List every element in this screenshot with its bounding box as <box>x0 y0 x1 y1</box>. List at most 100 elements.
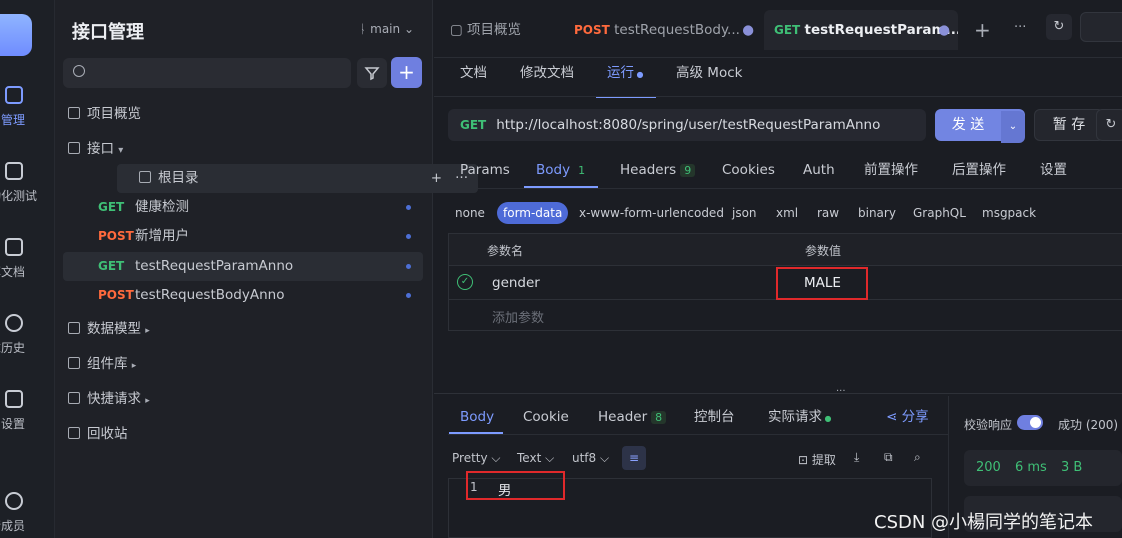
encoding-selector[interactable]: utf8 ⌵ <box>572 451 609 466</box>
nav-components[interactable]: 组件库 ▸ <box>63 350 423 379</box>
add-button[interactable]: + <box>391 57 422 88</box>
pretty-selector[interactable]: Pretty ⌵ <box>452 451 501 466</box>
table-row: ✓ gender MALE <box>449 266 1122 300</box>
environment-selector[interactable] <box>1080 12 1122 42</box>
tab-auth[interactable]: Auth <box>803 152 835 188</box>
subtab-edit-docs[interactable]: 修改文档 <box>520 62 574 98</box>
save-button[interactable]: 暂 存 <box>1034 109 1104 141</box>
search-icon[interactable]: ⌕ <box>914 450 921 465</box>
folder-root[interactable]: 根目录 + ··· <box>117 164 478 193</box>
lightning-icon <box>68 392 80 404</box>
copy-icon[interactable]: ⧉ <box>884 450 893 465</box>
subtab-advanced-mock[interactable]: 高级 Mock <box>676 62 742 98</box>
chevron-down-icon: ⌵ <box>596 451 610 465</box>
body-type-raw[interactable]: raw <box>811 202 845 224</box>
api-management-icon <box>5 86 23 104</box>
tab-pre-actions[interactable]: 前置操作 <box>864 152 918 188</box>
tab-settings[interactable]: 设置 <box>1040 152 1067 188</box>
send-button[interactable]: 发 送 ⌄ <box>935 109 1025 143</box>
tab-cookies[interactable]: Cookies <box>722 152 775 188</box>
response-tab-cookie[interactable]: Cookie <box>523 406 569 434</box>
response-tab-actual-request[interactable]: 实际请求 ● <box>768 406 832 434</box>
caret-right-icon: ▸ <box>145 396 150 406</box>
divider <box>448 434 948 435</box>
reset-button[interactable]: ↻ <box>1096 109 1122 141</box>
status-dot <box>406 293 411 298</box>
download-icon[interactable]: ⤓ <box>854 450 859 465</box>
check-icon[interactable]: ✓ <box>457 274 473 290</box>
divider <box>434 96 1122 97</box>
tab-post-request[interactable]: POST testRequestBody... ● <box>574 10 754 50</box>
search-input[interactable] <box>63 58 351 88</box>
response-body-editor[interactable]: 1 男 <box>448 471 932 538</box>
nav-quick-requests[interactable]: 快捷请求 ▸ <box>63 385 423 414</box>
rail-item-project-settings[interactable]: 目设置 <box>0 390 55 432</box>
response-stats: 200 6 ms 3 B <box>964 450 1122 486</box>
body-type-json[interactable]: json <box>726 202 763 224</box>
tab-get-request[interactable]: GET testRequestParam... ● <box>764 10 958 50</box>
refresh-button[interactable]: ↻ <box>1046 14 1072 40</box>
rail-item-request-history[interactable]: 求历史 <box>0 314 55 356</box>
tab-body[interactable]: Body 1 <box>524 152 598 188</box>
body-type-xml[interactable]: xml <box>770 202 804 224</box>
branch-icon: ᚿ <box>359 22 371 36</box>
wrap-toggle[interactable]: ≡ <box>622 446 646 470</box>
drag-handle-icon[interactable]: ··· <box>836 386 846 397</box>
status-dot <box>406 264 411 269</box>
body-type-binary[interactable]: binary <box>852 202 902 224</box>
watermark: CSDN @小楊同学的笔记本 <box>874 512 1094 533</box>
filter-button[interactable] <box>357 58 387 88</box>
nav-interfaces[interactable]: 接口 ▾ <box>63 135 423 164</box>
tab-headers[interactable]: Headers 9 <box>620 152 696 188</box>
tab-project-overview[interactable]: ▢ 项目概览 <box>450 10 560 50</box>
nav-trash[interactable]: 回收站 <box>63 420 423 449</box>
rail-item-shared-docs[interactable]: 享文档 <box>0 238 55 280</box>
url-input[interactable]: GET http://localhost:8080/spring/user/tes… <box>448 109 926 141</box>
plus-icon: + <box>974 18 991 42</box>
format-selector[interactable]: Text ⌵ <box>517 451 554 466</box>
new-tab-button[interactable]: + <box>974 18 991 42</box>
response-tab-body[interactable]: Body <box>449 406 503 434</box>
param-value[interactable]: MALE <box>776 267 868 300</box>
body-type-urlencoded[interactable]: x-www-form-urlencoded <box>573 202 730 224</box>
shared-docs-icon <box>5 238 23 256</box>
unsaved-dot-icon: ● <box>938 22 950 38</box>
nav-data-models[interactable]: 数据模型 ▸ <box>63 315 423 344</box>
endpoint-item[interactable]: GET 健康检测 <box>98 193 423 222</box>
nav-project-overview[interactable]: 项目概览 <box>63 100 423 129</box>
share-icon: ⋖ <box>886 409 902 425</box>
rail-item-invite-members[interactable]: 请成员 <box>0 492 55 534</box>
response-tab-console[interactable]: 控制台 <box>694 406 735 434</box>
panel-splitter[interactable] <box>434 393 1122 394</box>
rail-item-auto-test[interactable]: 动化测试 <box>0 162 55 204</box>
add-user-icon <box>5 492 23 510</box>
chevron-down-icon: ⌵ <box>541 451 555 465</box>
body-type-form-data[interactable]: form-data <box>497 202 569 224</box>
param-name[interactable]: gender <box>492 275 540 291</box>
folder-icon <box>139 171 151 183</box>
chevron-down-icon[interactable]: ⌄ <box>1001 111 1025 143</box>
body-type-msgpack[interactable]: msgpack <box>976 202 1042 224</box>
more-tabs-button[interactable]: ··· <box>1014 20 1026 35</box>
response-time: 6 ms <box>1014 460 1047 475</box>
response-tab-header[interactable]: Header 8 <box>598 406 667 434</box>
tab-params[interactable]: Params <box>460 152 510 188</box>
subtab-run[interactable]: 运行 ● <box>596 62 656 98</box>
extract-button[interactable]: ⊡ 提取 <box>798 451 836 468</box>
endpoint-item[interactable]: POST新增用户 <box>98 222 423 251</box>
tab-post-actions[interactable]: 后置操作 <box>952 152 1006 188</box>
validate-toggle[interactable] <box>1017 415 1043 430</box>
share-button[interactable]: ⋖ 分享 <box>886 406 929 434</box>
add-param-placeholder[interactable]: 添加参数 <box>492 307 544 326</box>
body-type-graphql[interactable]: GraphQL <box>907 202 972 224</box>
body-type-none[interactable]: none <box>449 202 491 224</box>
refresh-icon: ↻ <box>1053 19 1065 34</box>
filter-icon <box>364 67 380 81</box>
table-header: 参数名 参数值 <box>449 234 1122 266</box>
branch-selector[interactable]: ᚿ main ⌄ <box>359 22 414 36</box>
layers-icon <box>68 357 80 369</box>
endpoint-item[interactable]: POSTtestRequestBodyAnno <box>98 281 423 310</box>
subtab-docs[interactable]: 文档 <box>460 62 487 98</box>
rail-item-api-management[interactable]: 口管理 <box>0 86 55 128</box>
endpoint-item-selected[interactable]: GET testRequestParamAnno <box>63 252 423 281</box>
